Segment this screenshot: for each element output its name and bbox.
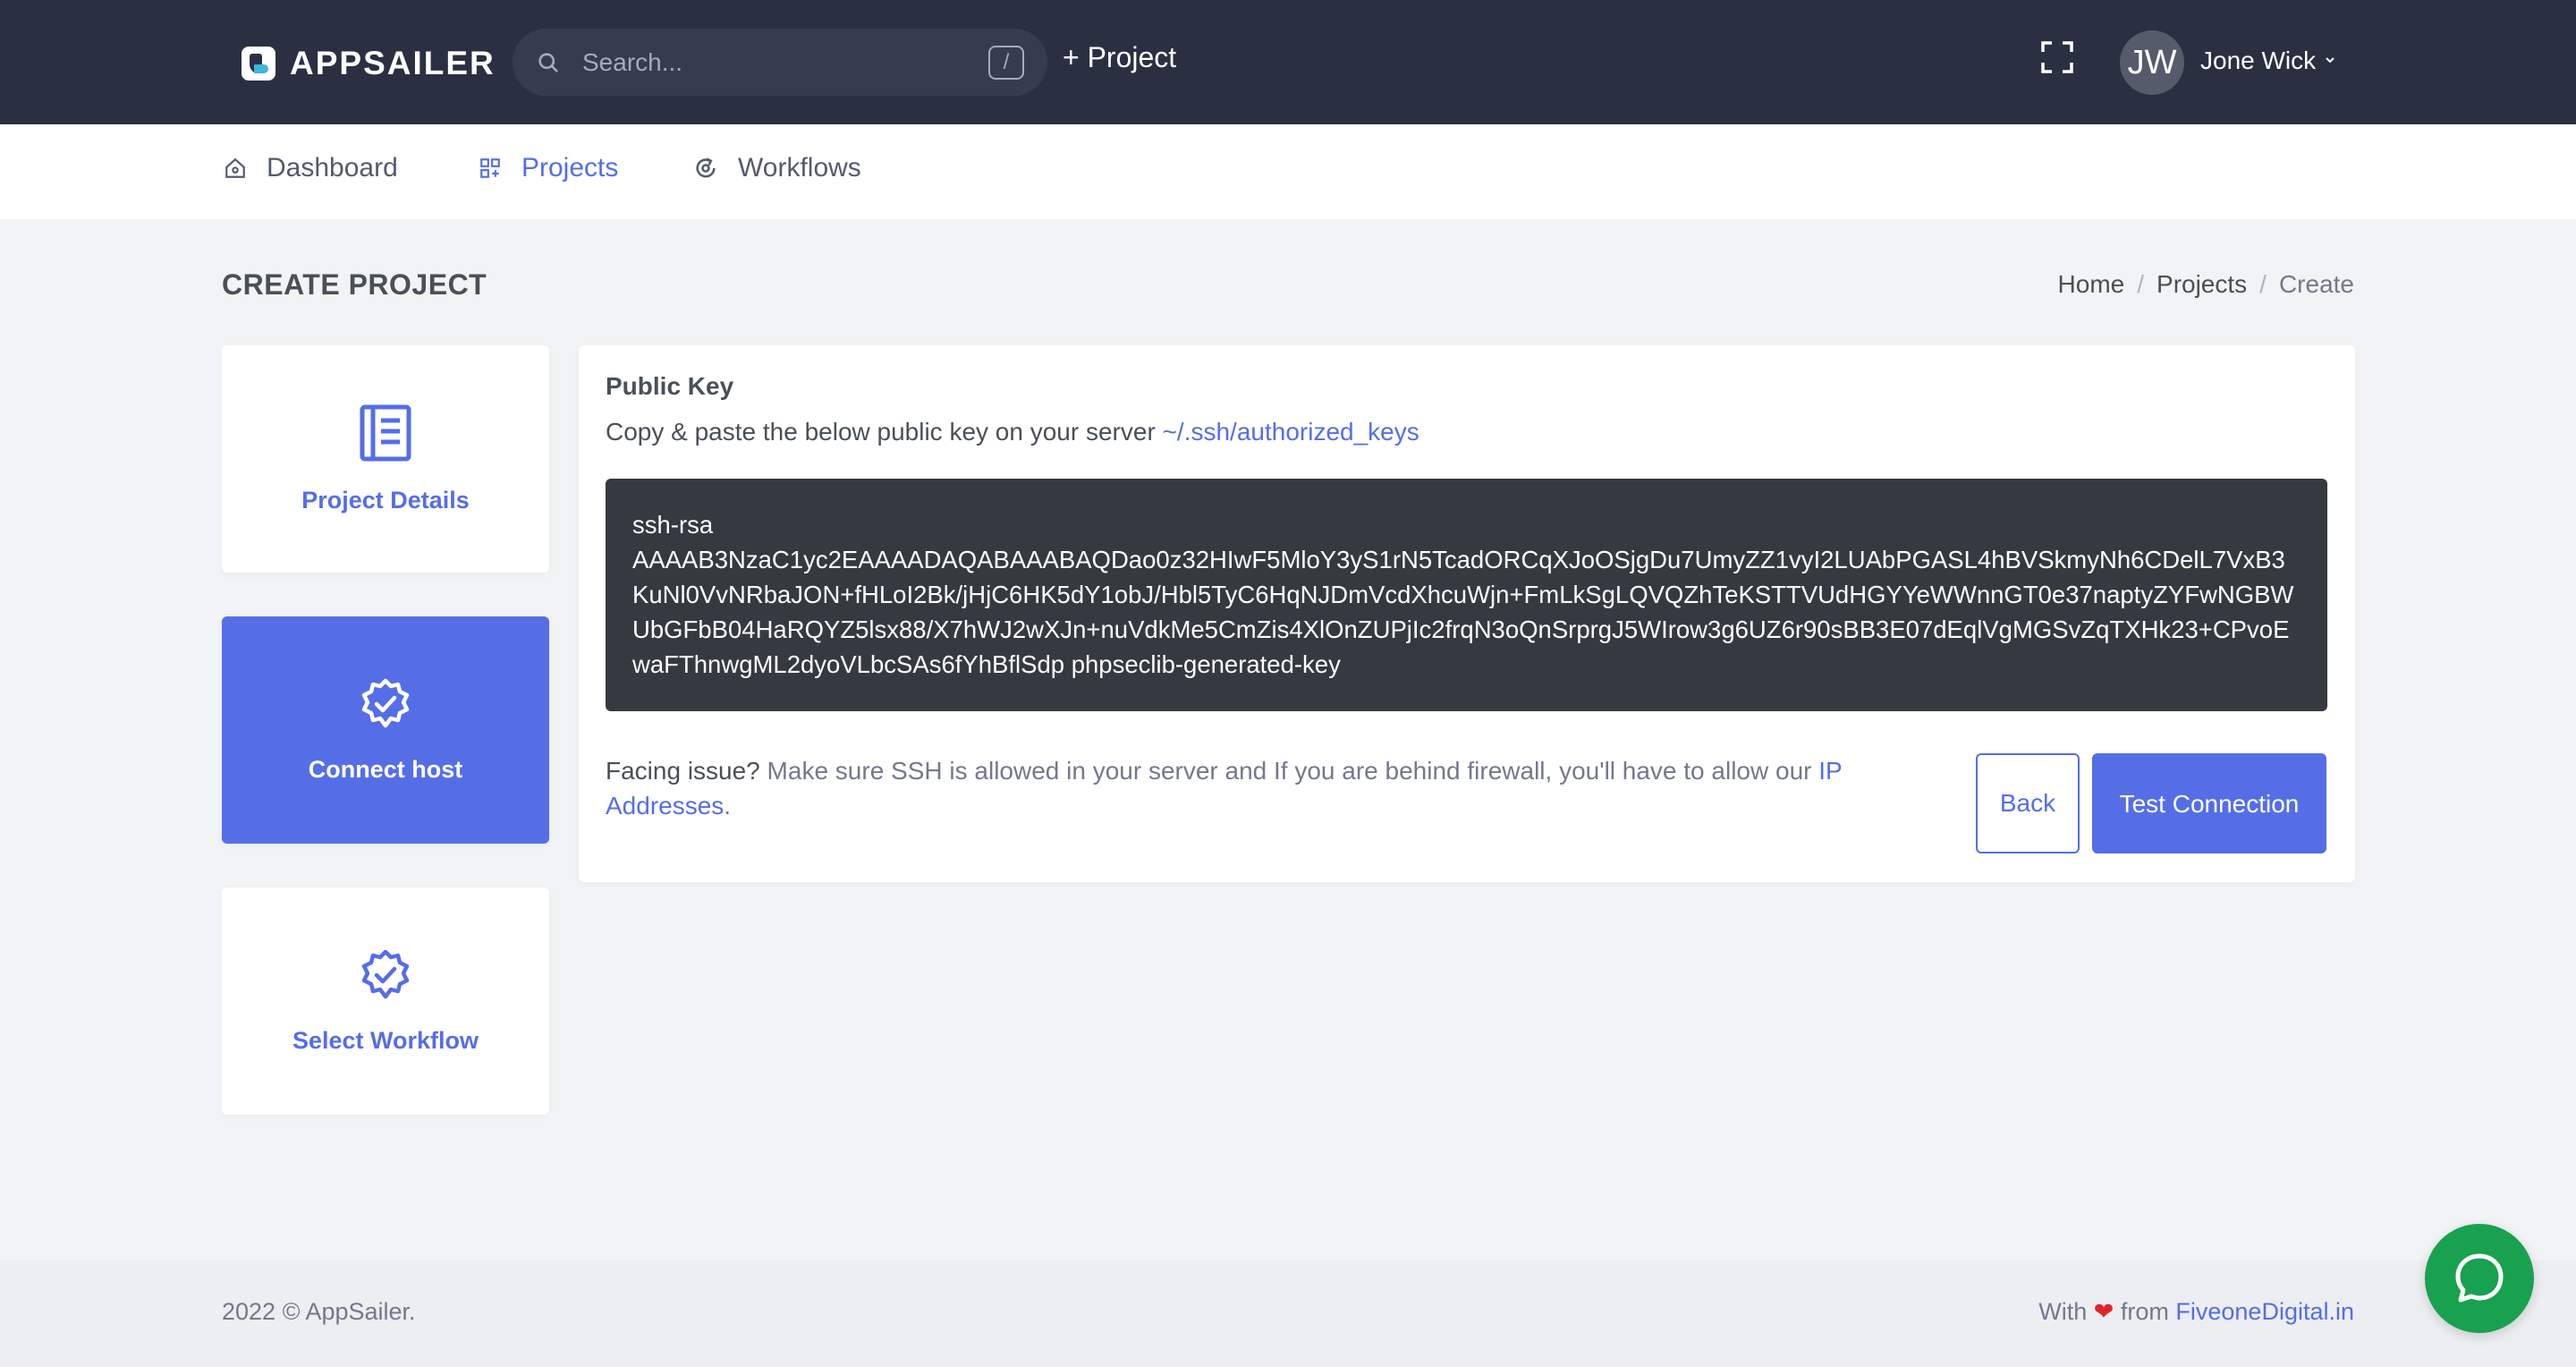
public-key-title: Public Key: [606, 372, 734, 400]
company-link[interactable]: FiveoneDigital.in: [2175, 1298, 2354, 1325]
home-icon: [225, 157, 245, 178]
key-comment: phpseclib-generated-key: [1071, 650, 1341, 678]
document-icon: [360, 404, 411, 461]
nav-item-label: Projects: [521, 153, 619, 183]
sync-icon: [696, 157, 716, 178]
step-select-workflow[interactable]: Select Workflow: [222, 887, 549, 1115]
footer: 2022 © AppSailer. With ❤ from FiveoneDig…: [0, 1261, 2576, 1367]
test-connection-button[interactable]: Test Connection: [2092, 753, 2326, 853]
badge-check-icon: [361, 678, 410, 727]
instruction-text: Copy & paste the below public key on you…: [606, 418, 1156, 446]
authorized-keys-link[interactable]: ~/.ssh/authorized_keys: [1163, 418, 1419, 446]
key-type: ssh-rsa: [632, 511, 714, 539]
app-logo[interactable]: APPSAILER: [242, 45, 496, 82]
search-icon: [538, 53, 558, 72]
step-label: Project Details: [301, 486, 470, 514]
breadcrumb-projects[interactable]: Projects: [2157, 270, 2247, 299]
chevron-down-icon[interactable]: [2324, 54, 2336, 66]
back-button[interactable]: Back: [1976, 753, 2080, 853]
public-key-instruction: Copy & paste the below public key on you…: [606, 418, 1419, 446]
search-shortcut-key: /: [988, 46, 1024, 80]
step-connect-host[interactable]: Connect host: [222, 616, 549, 844]
badge-check-icon: [361, 949, 410, 998]
page-title: CREATE PROJECT: [222, 268, 487, 301]
breadcrumb-separator: /: [2137, 270, 2145, 298]
issue-help-text: Facing issue? Make sure SSH is allowed i…: [606, 753, 1911, 823]
key-value: AAAAB3NzaC1yc2EAAAADAQABAAABAQDao0z32HIw…: [632, 546, 2294, 678]
logo-icon: [242, 47, 275, 81]
breadcrumb-current: Create: [2278, 270, 2354, 298]
chat-icon: [2455, 1253, 2504, 1303]
step-label: Select Workflow: [292, 1026, 479, 1054]
step-label: Connect host: [308, 755, 463, 783]
nav-item-label: Dashboard: [267, 153, 398, 183]
main-nav: Dashboard Projects Workflows: [0, 124, 2576, 219]
new-project-button[interactable]: + Project: [1063, 41, 1176, 74]
grid-icon: [480, 158, 500, 178]
search-input[interactable]: [582, 45, 940, 81]
heart-icon: ❤: [2093, 1298, 2114, 1325]
step-project-details[interactable]: Project Details: [222, 345, 549, 573]
breadcrumb-separator: /: [2259, 270, 2267, 298]
footer-credit: With ❤ from FiveoneDigital.in: [2038, 1298, 2354, 1326]
issue-tail: .: [724, 792, 732, 819]
issue-lead: Facing issue?: [606, 757, 760, 785]
user-menu[interactable]: Jone Wick: [2200, 47, 2316, 75]
nav-item-projects[interactable]: Projects: [479, 153, 618, 183]
public-key-card: Public Key Copy & paste the below public…: [579, 345, 2355, 882]
issue-message: Make sure SSH is allowed in your server …: [767, 757, 1812, 785]
app-name: APPSAILER: [290, 45, 496, 81]
nav-item-workflows[interactable]: Workflows: [693, 153, 861, 183]
footer-copyright: 2022 © AppSailer.: [222, 1298, 416, 1325]
footer-with: With: [2038, 1298, 2088, 1325]
search-bar: /: [513, 29, 1047, 96]
breadcrumb: Home / Projects / Create: [2058, 270, 2354, 299]
nav-item-dashboard[interactable]: Dashboard: [224, 153, 398, 183]
avatar[interactable]: JW: [2120, 30, 2184, 95]
footer-from: from: [2120, 1298, 2169, 1325]
fullscreen-icon[interactable]: [2041, 41, 2073, 73]
breadcrumb-home[interactable]: Home: [2058, 270, 2125, 299]
public-key-box[interactable]: ssh-rsa AAAAB3NzaC1yc2EAAAADAQABAAABAQDa…: [606, 479, 2327, 711]
chat-widget-button[interactable]: [2425, 1224, 2534, 1333]
nav-item-label: Workflows: [738, 153, 861, 183]
topbar: APPSAILER / + Project JW Jone Wick: [0, 0, 2576, 124]
